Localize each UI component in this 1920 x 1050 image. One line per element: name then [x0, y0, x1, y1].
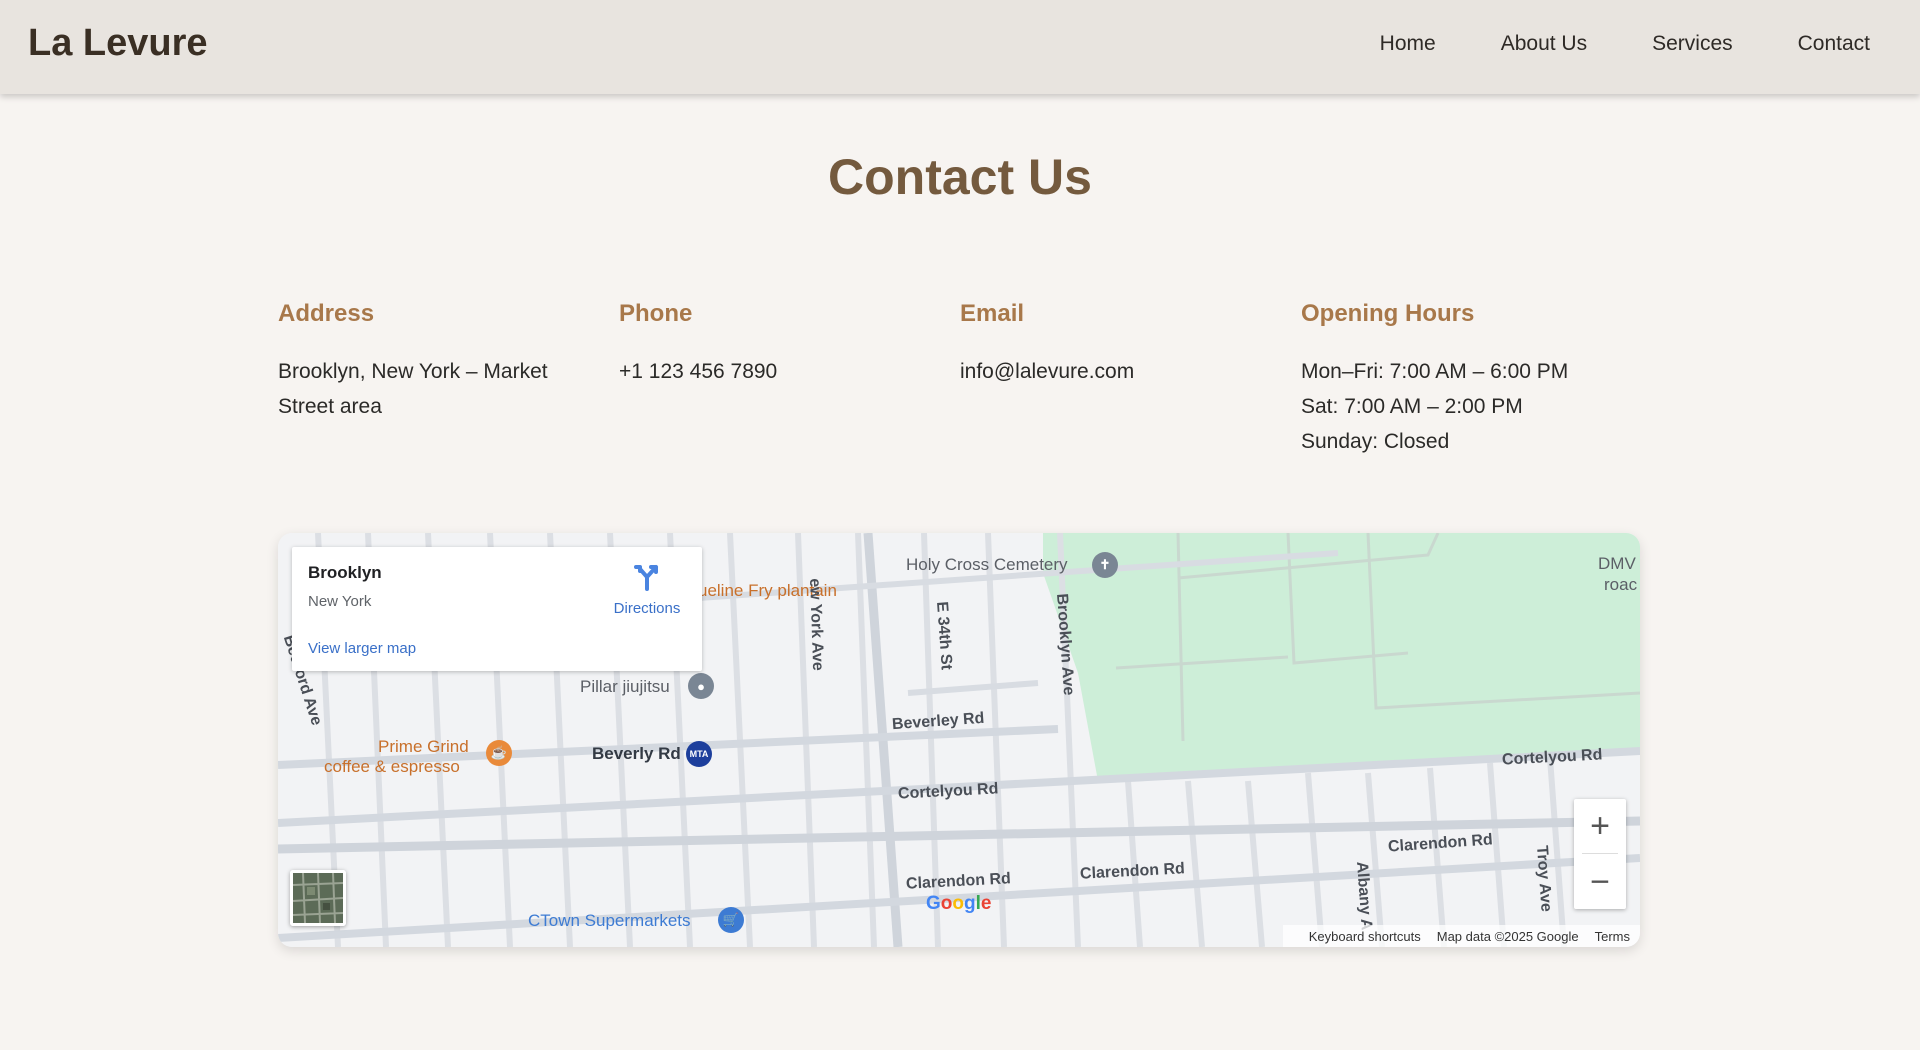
- satellite-toggle[interactable]: [290, 870, 346, 926]
- map-place-name: Brooklyn: [308, 563, 382, 582]
- hours-column: Opening Hours Mon–Fri: 7:00 AM – 6:00 PM…: [1301, 300, 1642, 459]
- directions-icon: [634, 565, 658, 591]
- address-column: Address Brooklyn, New York – Market Stre…: [278, 300, 619, 459]
- map-place-sub: New York: [308, 593, 372, 610]
- zoom-in-icon[interactable]: +: [1574, 799, 1626, 853]
- site-logo[interactable]: La Levure: [28, 22, 208, 65]
- label-prime-grind[interactable]: Prime Grind: [378, 737, 469, 757]
- hours-sunday: Sunday: Closed: [1301, 430, 1450, 453]
- label-dmv-road[interactable]: roac: [1604, 575, 1637, 595]
- view-larger-map-link[interactable]: View larger map: [308, 640, 416, 657]
- google-logo: Google: [926, 893, 992, 914]
- shopping-cart-icon[interactable]: 🛒: [718, 907, 744, 933]
- directions-label: Directions: [613, 600, 681, 617]
- zoom-divider: [1582, 853, 1618, 854]
- label-prime-grind-sub[interactable]: coffee & espresso: [324, 757, 460, 777]
- email-column: Email info@lalevure.com: [960, 300, 1301, 459]
- zoom-controls: + −: [1574, 799, 1626, 909]
- map-info-card: Brooklyn New York View larger map Direct…: [292, 547, 702, 671]
- label-pillar-jiujitsu[interactable]: Pillar jiujitsu: [580, 677, 670, 697]
- zoom-out-icon[interactable]: −: [1574, 855, 1626, 909]
- satellite-thumbnail-icon: [293, 873, 343, 923]
- site-header: La Levure Home About Us Services Contact: [0, 0, 1920, 94]
- label-ctown[interactable]: CTown Supermarkets: [528, 911, 691, 931]
- label-cemetery[interactable]: Holy Cross Cemetery: [906, 555, 1068, 575]
- terms-link[interactable]: Terms: [1595, 929, 1630, 944]
- hours-saturday: Sat: 7:00 AM – 2:00 PM: [1301, 395, 1523, 418]
- address-line-1: Brooklyn, New York – Market: [278, 360, 548, 383]
- directions-button[interactable]: Directions: [602, 561, 692, 617]
- map-data-attribution: Map data ©2025 Google: [1436, 928, 1579, 944]
- pillar-pin-icon[interactable]: ●: [688, 673, 714, 699]
- subway-icon[interactable]: MTA: [686, 741, 712, 767]
- label-new-york-ave[interactable]: ew York Ave: [805, 578, 826, 671]
- keyboard-shortcuts-link[interactable]: Keyboard shortcuts: [1309, 929, 1421, 944]
- embedded-map[interactable]: Holy Cross Cemetery ✝ DMV roac ueline Fr…: [278, 533, 1640, 947]
- hours-heading: Opening Hours: [1301, 300, 1475, 327]
- map-footer: Keyboard shortcuts Map data ©2025 Google…: [1282, 925, 1640, 947]
- phone-heading: Phone: [619, 300, 693, 327]
- page-title: Contact Us: [828, 149, 1092, 205]
- nav-home[interactable]: Home: [1380, 32, 1436, 56]
- contact-info: Address Brooklyn, New York – Market Stre…: [278, 300, 1642, 459]
- address-heading: Address: [278, 300, 375, 327]
- label-beverly-rd[interactable]: Beverly Rd: [592, 744, 681, 764]
- email-address: info@lalevure.com: [960, 360, 1135, 383]
- phone-column: Phone +1 123 456 7890: [619, 300, 960, 459]
- email-heading: Email: [960, 300, 1025, 327]
- hours-weekday: Mon–Fri: 7:00 AM – 6:00 PM: [1301, 360, 1569, 383]
- coffee-pin-icon[interactable]: ☕: [486, 740, 512, 766]
- main-nav: Home About Us Services Contact: [1315, 32, 1870, 56]
- nav-about-us[interactable]: About Us: [1501, 32, 1587, 56]
- label-dmv[interactable]: DMV: [1598, 555, 1636, 572]
- phone-number: +1 123 456 7890: [619, 360, 778, 383]
- cemetery-pin-icon[interactable]: ✝: [1092, 552, 1118, 578]
- nav-services[interactable]: Services: [1652, 32, 1733, 56]
- address-line-2: Street area: [278, 395, 382, 418]
- nav-contact[interactable]: Contact: [1798, 32, 1870, 56]
